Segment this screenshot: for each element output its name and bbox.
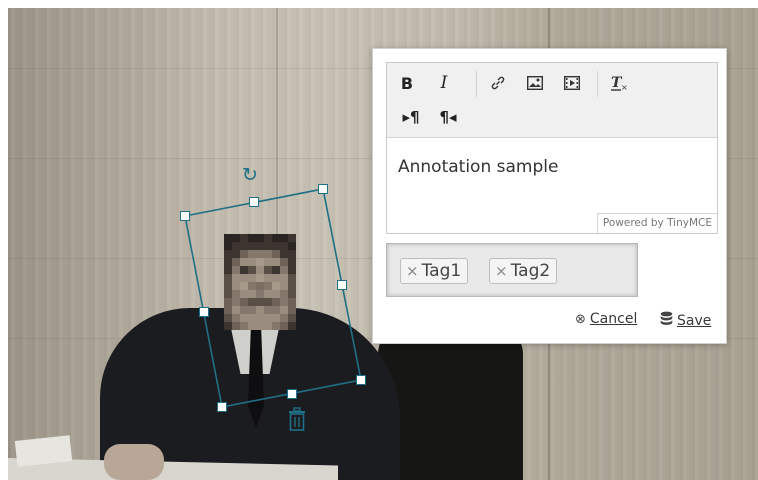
annotation-editor-popup: B I T × ▸¶ ¶◂ Annotation sample Powered b…: [372, 48, 727, 344]
clear-formatting-icon[interactable]: T ×: [607, 71, 631, 95]
image-icon[interactable]: [523, 71, 547, 95]
remove-tag-icon[interactable]: ×: [495, 262, 508, 280]
tag-chip: × Tag2: [489, 258, 558, 284]
remove-tag-icon[interactable]: ×: [406, 262, 419, 280]
editor-toolbar: B I T × ▸¶ ¶◂: [387, 63, 717, 138]
svg-text:×: ×: [621, 83, 628, 92]
trash-icon[interactable]: [286, 406, 308, 432]
resize-handle-top[interactable]: [249, 197, 259, 207]
save-label: Save: [677, 312, 712, 329]
ltr-paragraph-icon[interactable]: ▸¶: [399, 105, 423, 129]
database-icon: [660, 311, 673, 330]
tag-label: Tag2: [510, 261, 551, 281]
resize-handle-right[interactable]: [337, 280, 347, 290]
resize-handle-bottom-right[interactable]: [356, 375, 366, 385]
selection-outline: [184, 188, 362, 408]
resize-handle-top-right[interactable]: [318, 184, 328, 194]
save-button[interactable]: Save: [660, 311, 711, 330]
toolbar-separator: [597, 71, 598, 97]
bold-button[interactable]: B: [395, 71, 419, 95]
tag-chip: × Tag1: [400, 258, 469, 284]
resize-handle-bottom[interactable]: [287, 389, 297, 399]
resize-handle-bottom-left[interactable]: [217, 402, 227, 412]
rtl-paragraph-icon[interactable]: ¶◂: [436, 105, 460, 129]
cancel-button[interactable]: ⊗ Cancel: [575, 311, 637, 327]
rotate-icon[interactable]: ↻: [240, 165, 260, 185]
link-icon[interactable]: [486, 71, 510, 95]
resize-handle-left[interactable]: [199, 307, 209, 317]
media-icon[interactable]: [560, 71, 584, 95]
powered-by-label[interactable]: Powered by TinyMCE: [596, 213, 717, 233]
tag-label: Tag1: [421, 261, 462, 281]
resize-handle-top-left[interactable]: [180, 211, 190, 221]
tag-input[interactable]: × Tag1 × Tag2: [386, 243, 638, 297]
rich-text-editor[interactable]: B I T × ▸¶ ¶◂ Annotation sample Powered b…: [386, 62, 718, 234]
cancel-icon: ⊗: [575, 311, 586, 327]
italic-button[interactable]: I: [432, 71, 456, 95]
toolbar-separator: [476, 71, 477, 97]
editor-content[interactable]: Annotation sample: [398, 157, 558, 177]
cancel-label: Cancel: [589, 311, 638, 327]
